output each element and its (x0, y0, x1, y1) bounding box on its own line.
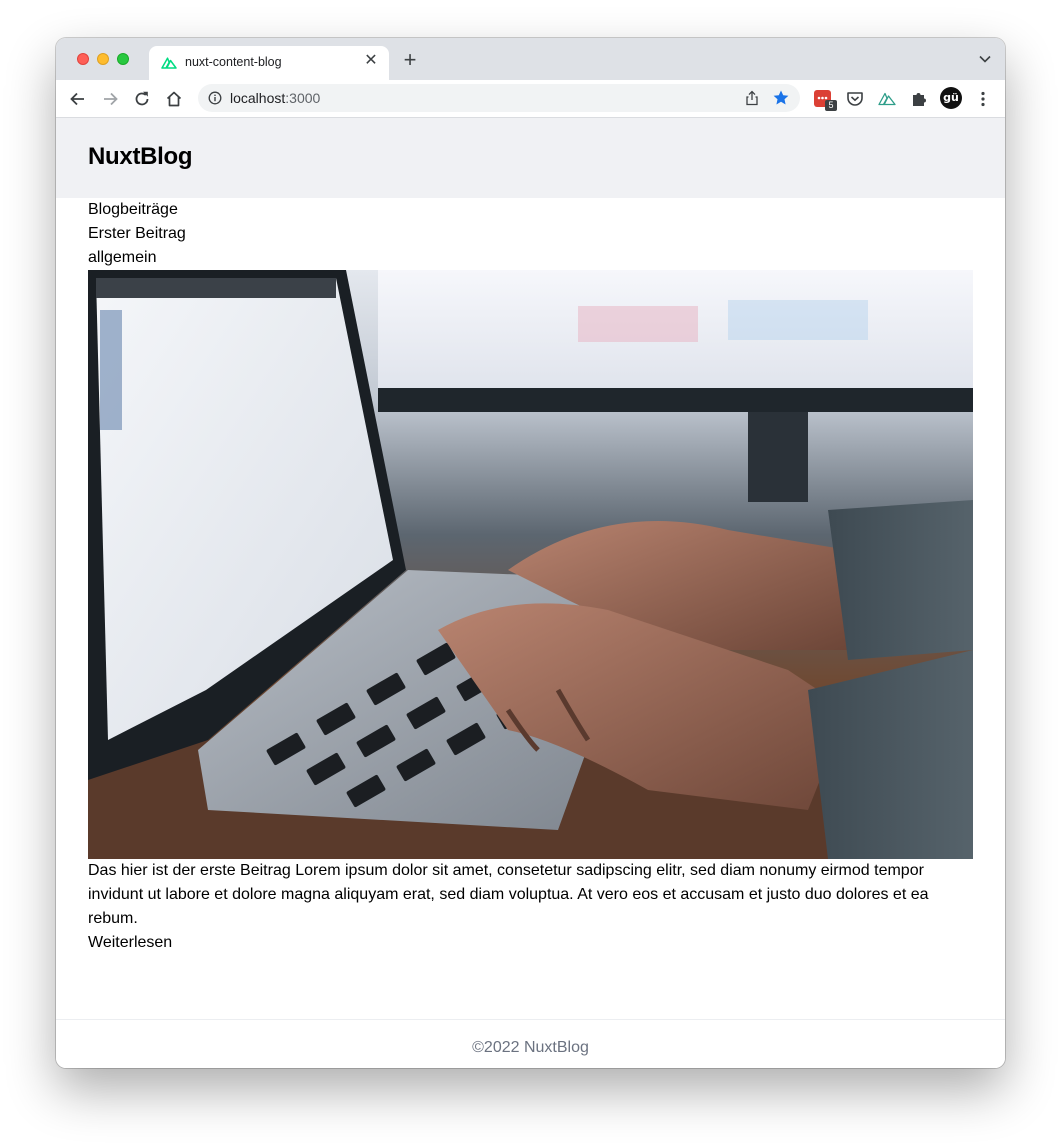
browser-toolbar: localhost:3000 5 gü (56, 80, 1005, 118)
url-port: :3000 (285, 90, 321, 106)
puzzle-extensions-icon[interactable] (909, 89, 929, 109)
post-excerpt: Das hier ist der erste Beitrag Lorem ips… (88, 862, 929, 927)
blog-content: Blogbeiträge Erster Beitrag allgemein Da… (88, 198, 973, 955)
share-icon[interactable] (744, 90, 760, 106)
site-logo[interactable]: NuxtBlog (88, 143, 193, 171)
read-more-link[interactable]: Weiterlesen (88, 931, 172, 955)
post-category: allgemein (88, 249, 157, 266)
chevron-down-icon[interactable] (979, 55, 991, 63)
post-image (88, 270, 973, 859)
nuxt-logo-icon (161, 57, 177, 69)
zoom-window-button[interactable] (117, 53, 129, 65)
home-icon[interactable] (164, 89, 184, 109)
reload-icon[interactable] (132, 89, 152, 109)
tab-nuxt-content-blog[interactable]: nuxt-content-blog ✕ (149, 46, 389, 80)
post-title[interactable]: Erster Beitrag (88, 222, 973, 246)
nuxt-devtools-extension-icon[interactable] (877, 89, 897, 109)
site-header: NuxtBlog (56, 118, 1005, 198)
pocket-extension-icon[interactable] (845, 89, 865, 109)
address-bar[interactable]: localhost:3000 (198, 84, 800, 112)
tab-close-icon[interactable]: ✕ (363, 53, 379, 69)
bookmark-star-icon[interactable] (772, 89, 790, 107)
url-text: localhost:3000 (230, 90, 320, 106)
site-footer: ©2022 NuxtBlog (56, 1019, 1005, 1068)
tab-title: nuxt-content-blog (185, 55, 282, 69)
browser-window: nuxt-content-blog ✕ + localhost:3000 5 g… (56, 38, 1005, 1068)
forward-arrow-icon[interactable] (100, 89, 120, 109)
extension-badge: 5 (825, 100, 837, 111)
url-host: localhost (230, 90, 286, 106)
tab-strip: nuxt-content-blog ✕ + (56, 38, 1005, 80)
more-menu-icon[interactable] (977, 90, 989, 108)
section-title: Blogbeiträge (88, 201, 178, 218)
footer-copyright: ©2022 NuxtBlog (472, 1039, 589, 1056)
close-window-button[interactable] (77, 53, 89, 65)
todoist-extension-icon[interactable]: 5 (813, 89, 837, 111)
new-tab-button[interactable]: + (400, 49, 420, 71)
info-icon[interactable] (208, 91, 222, 105)
profile-avatar[interactable]: gü (940, 87, 962, 109)
back-arrow-icon[interactable] (68, 89, 88, 109)
page-viewport: NuxtBlog Blogbeiträge Erster Beitrag all… (56, 118, 1005, 1068)
laptop-typing-photo (88, 270, 973, 859)
minimize-window-button[interactable] (97, 53, 109, 65)
